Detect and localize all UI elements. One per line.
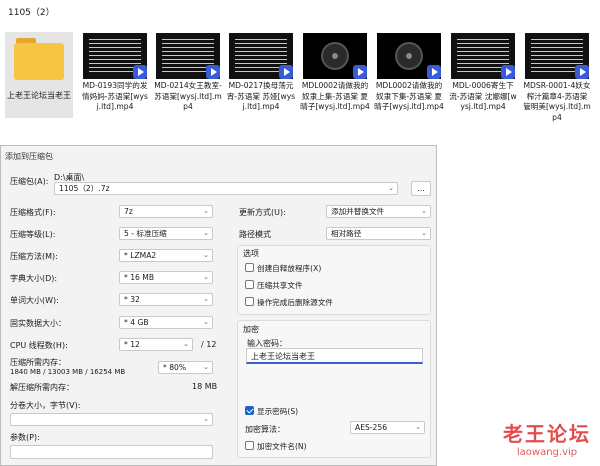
chevron-down-icon: ⌄ <box>415 423 421 431</box>
shared-files-checkbox[interactable]: 压缩共享文件 <box>245 280 303 291</box>
chevron-down-icon: ⌄ <box>203 251 209 259</box>
sfx-checkbox[interactable]: 创建自释放程序(X) <box>245 263 321 274</box>
browse-button[interactable]: ... <box>411 181 431 196</box>
video-play-icon <box>501 65 515 79</box>
split-select[interactable]: ⌄ <box>10 413 213 426</box>
threads-select[interactable]: * 12 ⌄ <box>119 338 193 351</box>
file-item[interactable]: MDL0002请做我的奴隶上集-苏语棠 夏晴子[wysj.ltd].mp4 <box>300 33 370 113</box>
file-label: MDL0002请做我的奴隶上集-苏语棠 夏晴子[wysj.ltd].mp4 <box>300 81 370 111</box>
dict-label: 字典大小(D): <box>10 274 58 283</box>
method-label: 压缩方法(M): <box>10 252 58 261</box>
watermark: 老王论坛 laowang.vip <box>497 418 597 458</box>
file-item[interactable]: MDSR-0001-4妖女榨汁篇章4-苏语棠 管明美[wysj.ltd].mp4 <box>522 33 592 123</box>
video-play-icon <box>279 65 293 79</box>
method-select[interactable]: * LZMA2 ⌄ <box>119 249 213 262</box>
chevron-down-icon: ⌄ <box>203 415 209 423</box>
chevron-down-icon: ⌄ <box>203 295 209 303</box>
chevron-down-icon: ⌄ <box>421 229 427 237</box>
memory-label: 压缩所需内存： <box>10 358 66 367</box>
file-label: MD-0214女王教室-苏语棠[wysj.ltd].mp4 <box>154 81 222 111</box>
file-item[interactable]: MD-0193同学的发情妈妈-苏语棠[wysj.ltd].mp4 <box>80 33 150 113</box>
word-label: 单词大小(W): <box>10 296 59 305</box>
video-play-icon <box>206 65 220 79</box>
path-mode-select[interactable]: 相对路径 ⌄ <box>326 227 431 240</box>
folder-icon <box>14 38 64 80</box>
folder-item[interactable]: 上老王论坛当老王 <box>5 32 73 118</box>
file-item[interactable]: MDL-0006寄生下流-苏语棠 沈娜娜[wysj.ltd].mp4 <box>448 33 518 113</box>
file-label: MD-0193同学的发情妈妈-苏语棠[wysj.ltd].mp4 <box>82 81 148 111</box>
file-explorer: 1105（2） 上老王论坛当老王 MD-0193同学的发情妈妈-苏语棠[wysj… <box>0 0 600 145</box>
encryption-title: 加密 <box>243 325 259 334</box>
video-thumbnail <box>303 33 367 79</box>
chevron-down-icon: ⌄ <box>203 207 209 215</box>
word-select[interactable]: * 32 ⌄ <box>119 293 213 306</box>
encryption-method-select[interactable]: AES-256 ⌄ <box>350 421 425 434</box>
breadcrumb[interactable]: 1105（2） <box>8 5 55 18</box>
dict-select[interactable]: * 16 MB ⌄ <box>119 271 213 284</box>
video-thumbnail <box>377 33 441 79</box>
folder-label: 上老王论坛当老王 <box>7 91 71 100</box>
video-thumbnail <box>451 33 515 79</box>
file-item[interactable]: MD-0214女王教室-苏语棠[wysj.ltd].mp4 <box>153 33 223 113</box>
encryption-method-label: 加密算法： <box>245 425 285 434</box>
video-play-icon <box>133 65 147 79</box>
watermark-url: laowang.vip <box>516 447 578 458</box>
path-mode-label: 路径模式 <box>239 230 271 239</box>
file-label: MDL-0006寄生下流-苏语棠 沈娜娜[wysj.ltd].mp4 <box>449 81 517 111</box>
dialog-title: 添加到压缩包 <box>5 152 53 161</box>
solid-select[interactable]: * 4 GB ⌄ <box>119 316 213 329</box>
level-select[interactable]: 5 - 标准压缩 ⌄ <box>119 227 213 240</box>
file-item[interactable]: MD-0217换母荡元宵-苏语棠 苏娅[wysj.ltd].mp4 <box>226 33 296 113</box>
watermark-title: 老王论坛 <box>503 422 591 446</box>
video-thumbnail <box>229 33 293 79</box>
level-label: 压缩等级(L): <box>10 230 56 239</box>
chevron-down-icon: ⌄ <box>203 273 209 281</box>
chevron-down-icon: ⌄ <box>203 318 209 326</box>
video-thumbnail <box>83 33 147 79</box>
video-play-icon <box>575 65 589 79</box>
split-label: 分卷大小，字节(V): <box>10 401 81 410</box>
delete-after-checkbox[interactable]: 操作完成后删除源文件 <box>245 297 333 308</box>
threads-max: / 12 <box>201 340 217 349</box>
video-play-icon <box>427 65 441 79</box>
encrypt-names-checkbox[interactable]: 加密文件名(N) <box>245 441 307 452</box>
chevron-down-icon: ⌄ <box>183 340 189 348</box>
memory-select[interactable]: * 80% ⌄ <box>158 361 213 374</box>
video-play-icon <box>353 65 367 79</box>
video-thumbnail <box>525 33 589 79</box>
update-select[interactable]: 添加并替换文件 ⌄ <box>326 205 431 218</box>
params-label: 参数(P): <box>10 433 40 442</box>
solid-label: 固实数据大小： <box>10 319 66 328</box>
format-label: 压缩格式(F): <box>10 208 56 217</box>
password-input[interactable]: 上老王论坛当老王 <box>246 348 423 364</box>
file-label: MDSR-0001-4妖女榨汁篇章4-苏语棠 管明美[wysj.ltd].mp4 <box>523 81 591 122</box>
decompress-memory-label: 解压缩所需内存： <box>10 383 74 392</box>
video-thumbnail <box>156 33 220 79</box>
archive-label: 压缩包(A): <box>10 177 49 186</box>
params-input[interactable] <box>10 445 213 459</box>
disc-icon <box>321 42 349 70</box>
chevron-down-icon: ⌄ <box>388 184 394 192</box>
update-label: 更新方式(U): <box>239 208 286 217</box>
threads-label: CPU 线程数(H): <box>10 341 68 350</box>
decompress-memory-value: 18 MB <box>192 382 218 391</box>
disc-icon <box>395 42 423 70</box>
options-title: 选项 <box>243 249 259 258</box>
chevron-down-icon: ⌄ <box>421 207 427 215</box>
memory-detail: 1840 MB / 13003 MB / 16254 MB <box>10 368 126 376</box>
format-select[interactable]: 7z ⌄ <box>119 205 213 218</box>
chevron-down-icon: ⌄ <box>203 229 209 237</box>
file-item[interactable]: MDL0002请做我的奴隶下集-苏语棠 夏晴子[wysj.ltd].mp4 <box>374 33 444 113</box>
chevron-down-icon: ⌄ <box>203 363 209 371</box>
archive-name-combo[interactable]: 1105（2）.7z ⌄ <box>54 182 398 195</box>
file-label: MD-0217换母荡元宵-苏语棠 苏娅[wysj.ltd].mp4 <box>226 81 296 111</box>
show-password-checkbox[interactable]: 显示密码(S) <box>245 406 298 417</box>
file-label: MDL0002请做我的奴隶下集-苏语棠 夏晴子[wysj.ltd].mp4 <box>374 81 444 111</box>
